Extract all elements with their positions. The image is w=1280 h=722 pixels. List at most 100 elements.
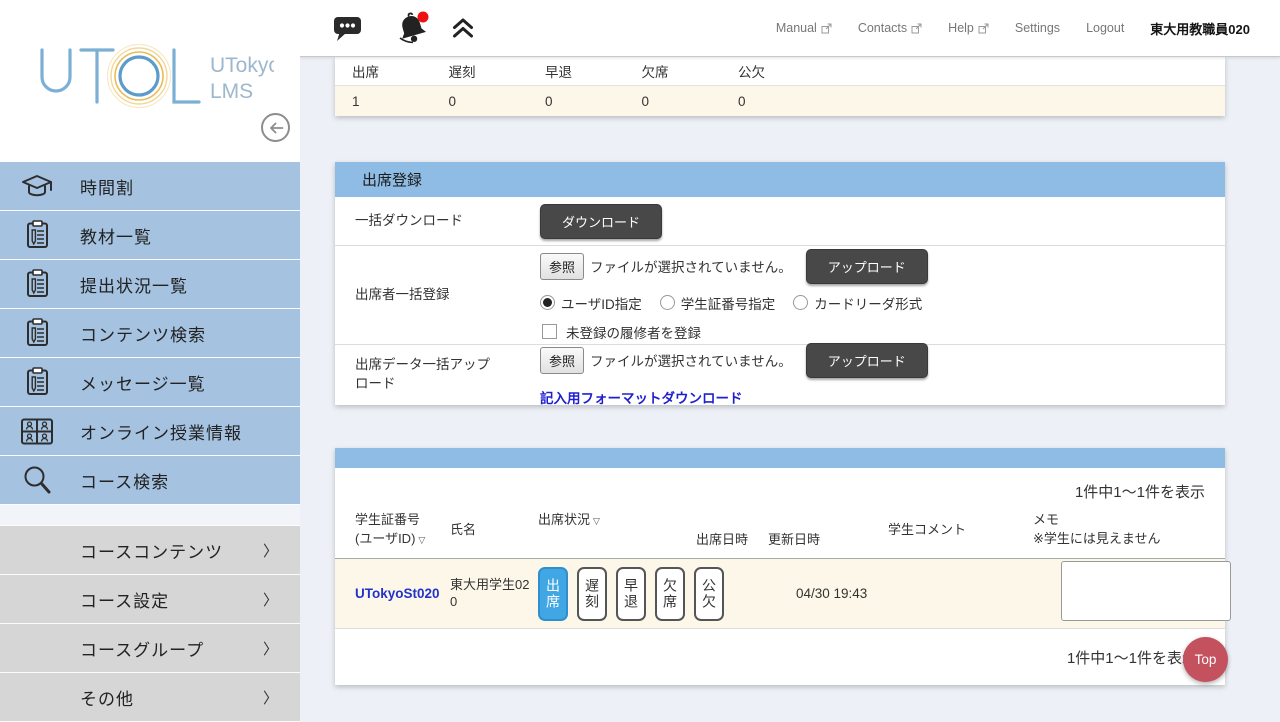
contacts-link-label: Contacts: [858, 21, 907, 35]
no-file-text: ファイルが選択されていません。: [590, 350, 792, 370]
sidebar-item-messages[interactable]: メッセージ一覧: [0, 358, 300, 407]
radio-button-selected[interactable]: [540, 295, 555, 310]
status-button-early-leave[interactable]: 早退: [616, 567, 646, 621]
upload-button[interactable]: アップロード: [806, 249, 928, 284]
sidebar-item-course-search[interactable]: コース検索: [0, 456, 300, 505]
summary-value: 0: [432, 94, 529, 109]
manual-link[interactable]: Manual: [776, 21, 832, 35]
summary-header: 欠席: [625, 61, 722, 81]
summary-value: 0: [721, 94, 818, 109]
sidebar-item-materials[interactable]: 教材一覧: [0, 211, 300, 260]
header-student-id-line2: (ユーザID): [355, 531, 415, 546]
radio-user-id-label: ユーザID指定: [561, 293, 642, 313]
topbar-links: Manual Contacts Help Settings Logout 東大用…: [776, 19, 1280, 38]
radio-card-reader-label: カードリーダ形式: [814, 293, 922, 313]
upload-button[interactable]: アップロード: [806, 343, 928, 378]
sidebar-item-timetable[interactable]: 時間割: [0, 162, 300, 211]
status-buttons: 出席 遅刻 早退 欠席 公欠: [538, 567, 724, 621]
sidebar-item-content-search[interactable]: コンテンツ検索: [0, 309, 300, 358]
browse-button[interactable]: 参照: [540, 347, 584, 374]
contacts-link[interactable]: Contacts: [858, 21, 922, 35]
attendance-list-panel: 1件中1〜1件を表示 学生証番号 (ユーザID)▽ 氏名 出席状況▽ 出席日時 …: [335, 448, 1225, 685]
people-grid-icon: [20, 418, 54, 445]
search-icon: [20, 465, 54, 495]
header-status[interactable]: 出席状況▽: [538, 502, 696, 530]
radio-user-id[interactable]: ユーザID指定: [540, 293, 642, 313]
notification-dot: [418, 12, 429, 23]
topbar: Manual Contacts Help Settings Logout 東大用…: [300, 0, 1280, 57]
status-button-absent[interactable]: 欠席: [655, 567, 685, 621]
external-link-icon: [978, 23, 989, 34]
sort-icon[interactable]: ▽: [418, 535, 425, 545]
logout-link[interactable]: Logout: [1086, 21, 1124, 35]
chevron-right-icon: 〉: [263, 589, 278, 610]
result-count-top: 1件中1〜1件を表示: [335, 468, 1225, 502]
clipboard-icon: [20, 220, 54, 250]
radio-button[interactable]: [793, 295, 808, 310]
sidebar-item-label: 提出状況一覧: [80, 272, 188, 297]
bulk-download-label: 一括ダウンロード: [335, 212, 540, 231]
sidebar-item-label: コンテンツ検索: [80, 321, 206, 346]
bulk-download-row: 一括ダウンロード ダウンロード: [335, 197, 1225, 246]
status-button-excused[interactable]: 公欠: [694, 567, 724, 621]
register-unenrolled-checkbox[interactable]: [542, 324, 557, 339]
manual-link-label: Manual: [776, 21, 817, 35]
radio-student-no[interactable]: 学生証番号指定: [660, 293, 776, 313]
sidebar-menu: 時間割 教材一覧 提出状況一覧 コンテンツ検索 メッセージ一覧: [0, 162, 300, 722]
header-name: 氏名: [450, 521, 538, 540]
external-link-icon: [911, 23, 922, 34]
sidebar: UTokyo LMS 時間割 教材一覧 提出状況一覧: [0, 0, 300, 720]
double-chevron-up-icon[interactable]: [451, 17, 475, 39]
browse-button[interactable]: 参照: [540, 253, 584, 280]
sort-icon[interactable]: ▽: [593, 516, 600, 526]
summary-header-row: 出席 遅刻 早退 欠席 公欠: [335, 57, 1225, 86]
summary-header: 早退: [528, 61, 625, 81]
sidebar-item-course-contents[interactable]: コースコンテンツ 〉: [0, 526, 300, 575]
help-link[interactable]: Help: [948, 21, 989, 35]
chat-bubble-icon[interactable]: [333, 15, 363, 42]
sidebar-item-course-settings[interactable]: コース設定 〉: [0, 575, 300, 624]
sidebar-item-label: オンライン授業情報: [80, 419, 242, 444]
sidebar-item-course-group[interactable]: コースグループ 〉: [0, 624, 300, 673]
summary-header: 遅刻: [432, 61, 529, 81]
header-memo-line1: メモ: [1033, 512, 1059, 527]
student-id-cell: UTokyoSt020: [335, 585, 450, 603]
sidebar-item-submission-status[interactable]: 提出状況一覧: [0, 260, 300, 309]
summary-header: 公欠: [721, 61, 818, 81]
register-unenrolled-label: 未登録の履修者を登録: [566, 322, 701, 342]
sidebar-item-others[interactable]: その他 〉: [0, 673, 300, 722]
format-download-link[interactable]: 記入用フォーマットダウンロード: [540, 391, 743, 406]
header-student-id-line1: 学生証番号: [355, 512, 420, 527]
download-button[interactable]: ダウンロード: [540, 204, 662, 239]
svg-text:UTokyo: UTokyo: [210, 54, 274, 77]
header-status-label: 出席状況: [538, 512, 590, 527]
update-time-cell: 04/30 19:43: [796, 586, 916, 601]
attendee-bulk-controls: 参照 ファイルが選択されていません。 アップロード ユーザID指定 学生証番号指…: [540, 249, 928, 342]
status-button-present[interactable]: 出席: [538, 567, 568, 621]
attendee-bulk-row: 出席者一括登録 参照 ファイルが選択されていません。 アップロード ユーザID指…: [335, 246, 1225, 345]
chevron-right-icon: 〉: [263, 638, 278, 659]
summary-value-row: 1 0 0 0 0: [335, 86, 1225, 116]
sidebar-item-online-class-info[interactable]: オンライン授業情報: [0, 407, 300, 456]
header-memo: メモ ※学生には見えません: [1033, 511, 1225, 549]
sidebar-collapse-button[interactable]: [261, 113, 290, 142]
back-to-top-button[interactable]: Top: [1183, 637, 1228, 682]
memo-textarea[interactable]: [1061, 561, 1231, 621]
student-id-link[interactable]: UTokyoSt020: [355, 586, 440, 601]
notification-bell-icon[interactable]: [395, 10, 433, 46]
chevron-right-icon: 〉: [263, 687, 278, 708]
memo-cell: [1061, 561, 1231, 626]
radio-card-reader[interactable]: カードリーダ形式: [793, 293, 922, 313]
status-button-late[interactable]: 遅刻: [577, 567, 607, 621]
header-student-id[interactable]: 学生証番号 (ユーザID)▽: [335, 511, 450, 549]
radio-button[interactable]: [660, 295, 675, 310]
logout-link-label: Logout: [1086, 21, 1124, 35]
sidebar-item-label: 時間割: [80, 174, 134, 199]
data-bulk-upload-controls: 参照 ファイルが選択されていません。 アップロード 記入用フォーマットダウンロー…: [540, 343, 928, 408]
settings-link[interactable]: Settings: [1015, 21, 1060, 35]
attendee-bulk-label: 出席者一括登録: [335, 286, 540, 305]
header-memo-line2: ※学生には見えません: [1033, 531, 1161, 546]
student-name-cell: 東大用学生020: [450, 577, 538, 611]
summary-header: 出席: [335, 61, 432, 81]
sidebar-spacer: [0, 505, 300, 526]
